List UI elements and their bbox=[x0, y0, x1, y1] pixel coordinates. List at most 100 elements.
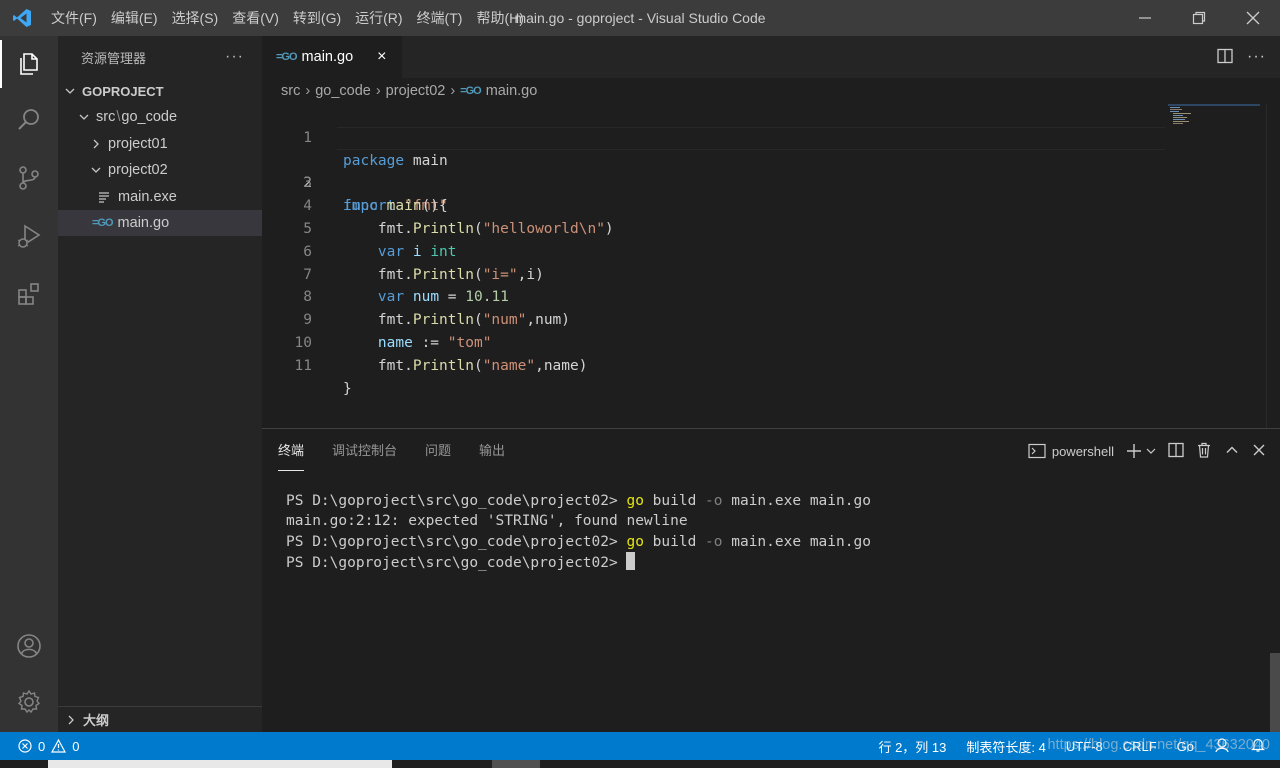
close-window-button[interactable] bbox=[1226, 0, 1280, 36]
bottom-panel: 终端 调试控制台 问题 输出 powershell PS D:\goprojec… bbox=[262, 428, 1280, 733]
minimap[interactable] bbox=[1168, 104, 1260, 126]
kill-terminal-trash-icon[interactable] bbox=[1196, 442, 1212, 461]
terminal-output[interactable]: PS D:\goproject\src\go_code\project02> g… bbox=[286, 491, 871, 572]
more-actions-icon[interactable]: ··· bbox=[225, 48, 244, 66]
minimize-button[interactable] bbox=[1118, 0, 1172, 36]
editor-area: =GO main.go × ··· src › go_code › projec… bbox=[262, 36, 1280, 428]
chevron-down-icon bbox=[88, 164, 104, 176]
code-line: 7 var num = 10.11 bbox=[262, 241, 1280, 306]
plus-icon bbox=[1127, 444, 1141, 458]
menu-run[interactable]: 运行(R) bbox=[348, 0, 409, 36]
taskbar-app-button[interactable] bbox=[492, 760, 540, 768]
menu-go[interactable]: 转到(G) bbox=[286, 0, 348, 36]
folder-project02[interactable]: project02 bbox=[58, 157, 262, 183]
code-line: 1 package main bbox=[262, 104, 1280, 169]
window-controls bbox=[1118, 0, 1280, 36]
menu-file[interactable]: 文件(F) bbox=[44, 0, 104, 36]
tab-main-go[interactable]: =GO main.go × bbox=[262, 36, 402, 78]
watermark-text: https://blog.csdn.net/qq_43632040 bbox=[1047, 737, 1270, 753]
outline-section[interactable]: 大纲 bbox=[58, 706, 262, 732]
search-icon[interactable] bbox=[0, 96, 58, 144]
terminal-error-line: main.go:2:12: expected 'STRING', found n… bbox=[286, 513, 688, 530]
workspace-root-label: GOPROJECT bbox=[82, 83, 164, 99]
file-main-go-label: main.go bbox=[117, 215, 170, 231]
folder-project01-label: project01 bbox=[108, 136, 168, 152]
breadcrumb-item[interactable]: src bbox=[281, 83, 300, 99]
more-actions-icon[interactable]: ··· bbox=[1247, 48, 1266, 66]
title-bar: 文件(F) 编辑(E) 选择(S) 查看(V) 转到(G) 运行(R) 终端(T… bbox=[0, 0, 1280, 36]
extensions-icon[interactable] bbox=[0, 270, 58, 318]
menu-edit[interactable]: 编辑(E) bbox=[104, 0, 165, 36]
code-line: 3 func main(){ bbox=[262, 150, 1280, 214]
chevron-right-icon bbox=[63, 714, 79, 726]
explorer-sidebar: 资源管理器 ··· GOPROJECT src \ go_code project0… bbox=[58, 36, 262, 732]
indentation[interactable]: 制表符长度: 4 bbox=[966, 737, 1045, 756]
folder-project01[interactable]: project01 bbox=[58, 131, 262, 157]
tab-output[interactable]: 输出 bbox=[479, 429, 505, 473]
file-main-go[interactable]: =GO main.go bbox=[58, 210, 262, 236]
restore-icon bbox=[1192, 11, 1206, 25]
tab-close-icon[interactable]: × bbox=[377, 48, 386, 66]
settings-gear-icon[interactable] bbox=[0, 678, 58, 726]
cursor-position[interactable]: 行 2，列 13 bbox=[878, 737, 946, 756]
chevron-right-icon: › bbox=[450, 83, 456, 99]
menu-terminal[interactable]: 终端(T) bbox=[410, 0, 470, 36]
terminal-prompt-line: PS D:\goproject\src\go_code\project02> bbox=[286, 551, 871, 572]
explorer-icon[interactable] bbox=[0, 40, 58, 88]
menu-view[interactable]: 查看(V) bbox=[225, 0, 286, 36]
panel-tab-bar: 终端 调试控制台 问题 输出 powershell bbox=[262, 429, 1280, 473]
error-icon bbox=[18, 739, 32, 753]
folder-src-go-code[interactable]: src \ go_code bbox=[58, 104, 262, 130]
text-file-icon bbox=[98, 191, 114, 203]
source-control-icon[interactable] bbox=[0, 154, 58, 202]
close-icon bbox=[1246, 11, 1260, 25]
panel-scrollbar[interactable] bbox=[1270, 653, 1280, 733]
warning-icon bbox=[51, 739, 67, 753]
editor-tab-bar: =GO main.go × ··· bbox=[262, 36, 1280, 78]
tab-debug-console[interactable]: 调试控制台 bbox=[332, 429, 397, 473]
code-line: 5 var i int bbox=[262, 195, 1280, 260]
restore-button[interactable] bbox=[1172, 0, 1226, 36]
tab-terminal[interactable]: 终端 bbox=[278, 429, 305, 473]
file-main-exe[interactable]: main.exe bbox=[58, 184, 262, 210]
problems-status[interactable]: 0 0 bbox=[0, 739, 79, 754]
menu-help[interactable]: 帮助(H) bbox=[469, 0, 530, 36]
error-count: 0 bbox=[38, 738, 46, 754]
chevron-right-icon: › bbox=[305, 83, 311, 99]
folder-src-label: src bbox=[96, 109, 116, 125]
panel-actions: powershell bbox=[1028, 429, 1266, 473]
outline-label: 大纲 bbox=[83, 713, 110, 728]
split-editor-icon[interactable] bbox=[1217, 48, 1233, 67]
code-line: 6 fmt.Println("i=",i) bbox=[262, 218, 1280, 283]
code-line: 11 } bbox=[262, 332, 1280, 397]
go-file-icon: =GO bbox=[460, 85, 482, 97]
tab-problems[interactable]: 问题 bbox=[425, 429, 451, 473]
editor-scrollbar[interactable] bbox=[1266, 104, 1280, 428]
close-panel-icon[interactable] bbox=[1252, 443, 1266, 460]
code-line-active: 2 import "fmt" bbox=[262, 126, 1280, 214]
go-file-icon: =GO bbox=[276, 51, 298, 63]
terminal-line: PS D:\goproject\src\go_code\project02> g… bbox=[286, 493, 871, 509]
breadcrumb-item[interactable]: main.go bbox=[486, 83, 538, 99]
menu-selection[interactable]: 选择(S) bbox=[165, 0, 226, 36]
account-icon[interactable] bbox=[0, 622, 58, 670]
chevron-down-icon bbox=[76, 111, 92, 123]
menu-bar: 文件(F) 编辑(E) 选择(S) 查看(V) 转到(G) 运行(R) 终端(T… bbox=[44, 0, 531, 36]
folder-go-code-label: go_code bbox=[121, 109, 178, 125]
tab-label: main.go bbox=[301, 49, 354, 65]
go-file-icon: =GO bbox=[92, 217, 114, 229]
breadcrumb-item[interactable]: project02 bbox=[386, 83, 446, 99]
code-line: 8 fmt.Println("num",num) bbox=[262, 264, 1280, 328]
workspace-root[interactable]: GOPROJECT bbox=[58, 78, 262, 104]
line-number: 11 bbox=[294, 357, 312, 374]
terminal-select[interactable]: powershell bbox=[1028, 443, 1114, 459]
run-debug-icon[interactable] bbox=[0, 212, 58, 260]
editor-actions: ··· bbox=[1217, 36, 1266, 78]
breadcrumb-item[interactable]: go_code bbox=[315, 83, 371, 99]
maximize-panel-chevron-up-icon[interactable] bbox=[1224, 442, 1240, 461]
taskbar-search-box[interactable] bbox=[48, 760, 392, 768]
code-editor[interactable]: 1 package main 2 import "fmt" 3 func mai… bbox=[262, 104, 1280, 397]
explorer-title: 资源管理器 bbox=[81, 50, 147, 66]
new-terminal-button[interactable] bbox=[1126, 443, 1156, 459]
split-terminal-icon[interactable] bbox=[1168, 442, 1184, 461]
